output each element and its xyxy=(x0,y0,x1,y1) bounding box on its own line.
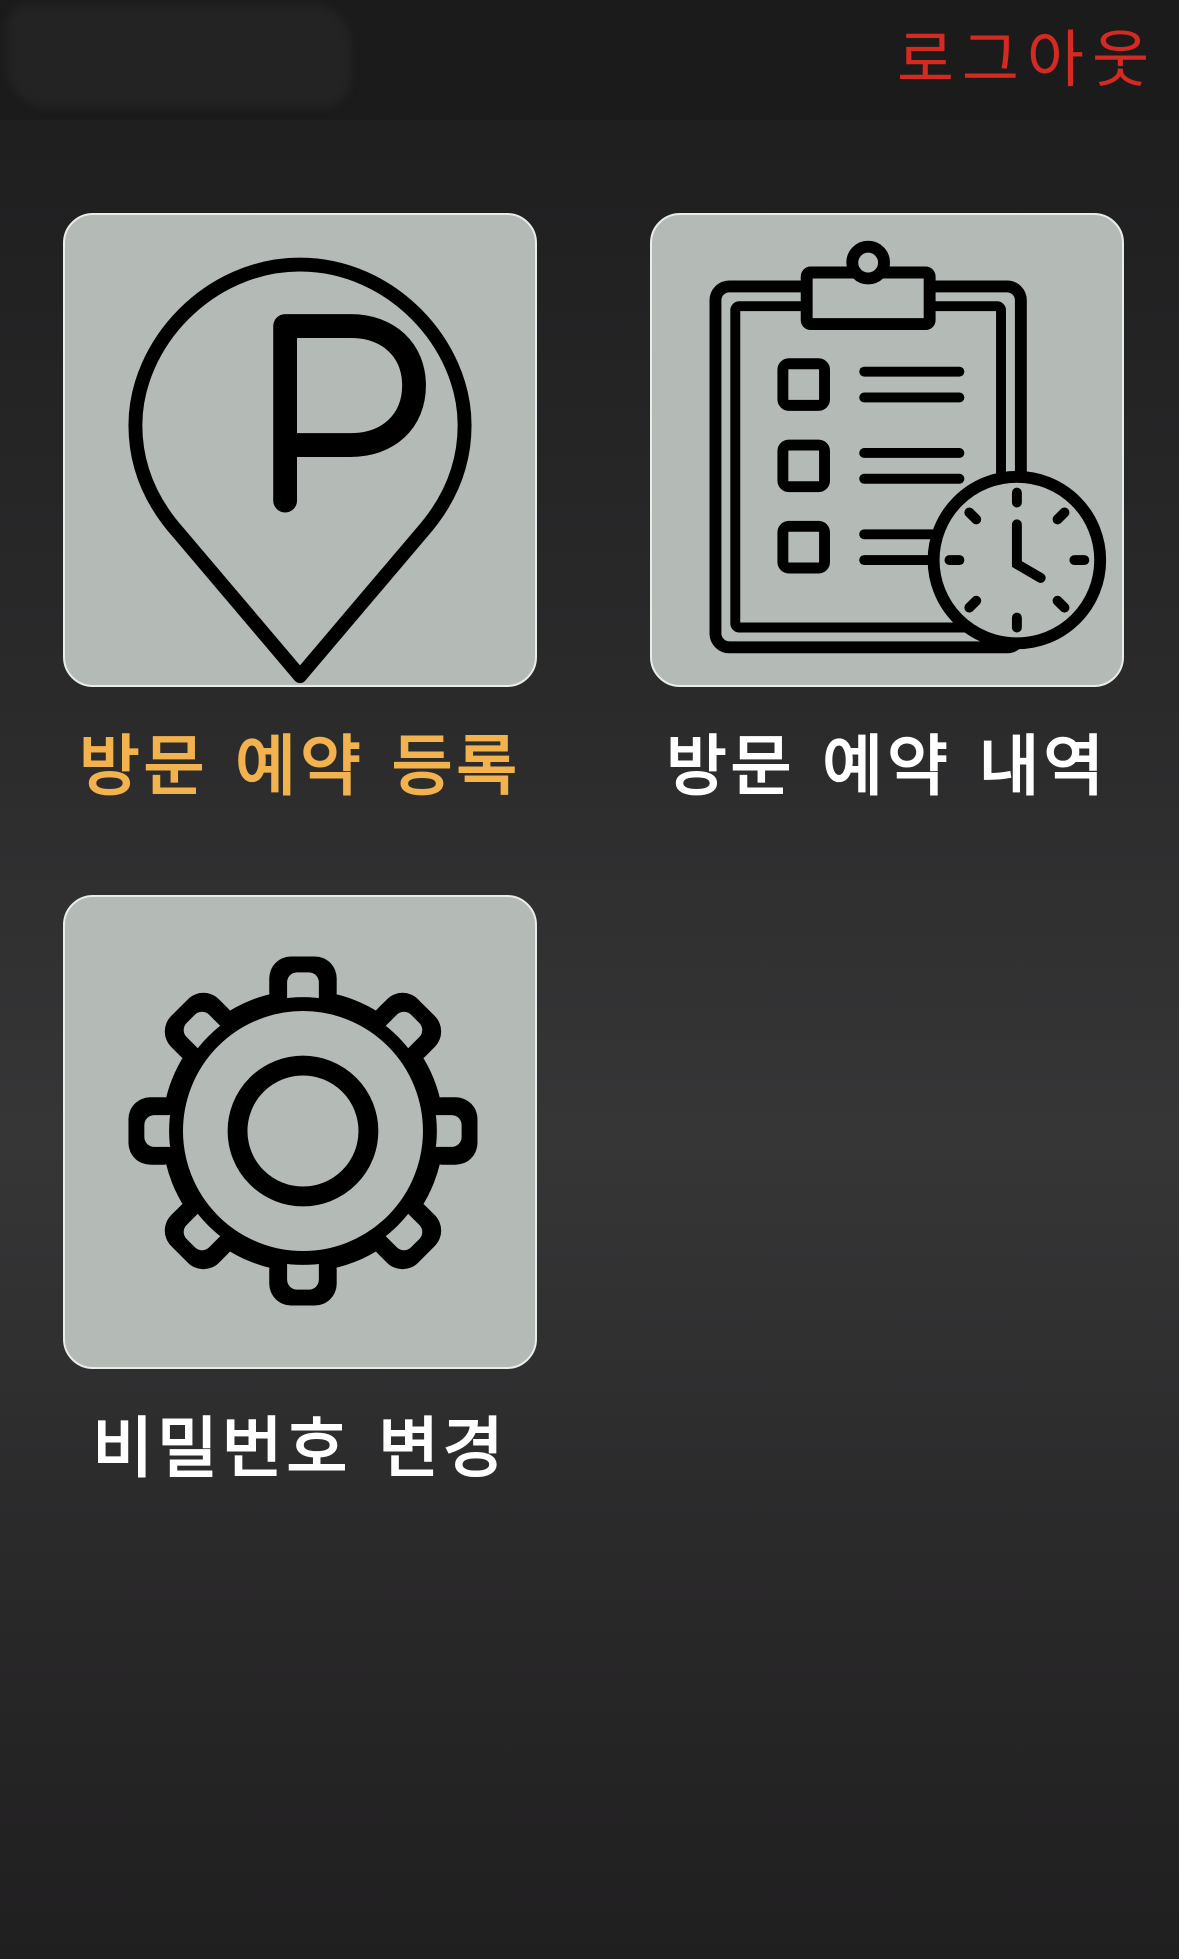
change-password-tile[interactable]: 비밀번호 변경 xyxy=(63,895,537,1491)
redacted-account-info xyxy=(6,4,351,108)
visit-reservation-history-label: 방문 예약 내역 xyxy=(665,728,1109,805)
visit-reservation-register-label: 방문 예약 등록 xyxy=(78,728,522,805)
logout-button[interactable]: 로그아웃 xyxy=(897,20,1157,100)
visit-reservation-register-button[interactable] xyxy=(63,213,537,687)
change-password-button[interactable] xyxy=(63,895,537,1369)
change-password-label: 비밀번호 변경 xyxy=(92,1410,508,1487)
gear-icon xyxy=(128,956,478,1306)
top-bar: 로그아웃 xyxy=(0,0,1179,120)
visit-reservation-register-tile[interactable]: 방문 예약 등록 xyxy=(63,213,537,809)
visit-reservation-history-tile[interactable]: 방문 예약 내역 xyxy=(650,213,1124,809)
clipboard-clock-icon xyxy=(709,240,1107,654)
parking-location-icon xyxy=(128,257,472,684)
visit-reservation-history-button[interactable] xyxy=(650,213,1124,687)
